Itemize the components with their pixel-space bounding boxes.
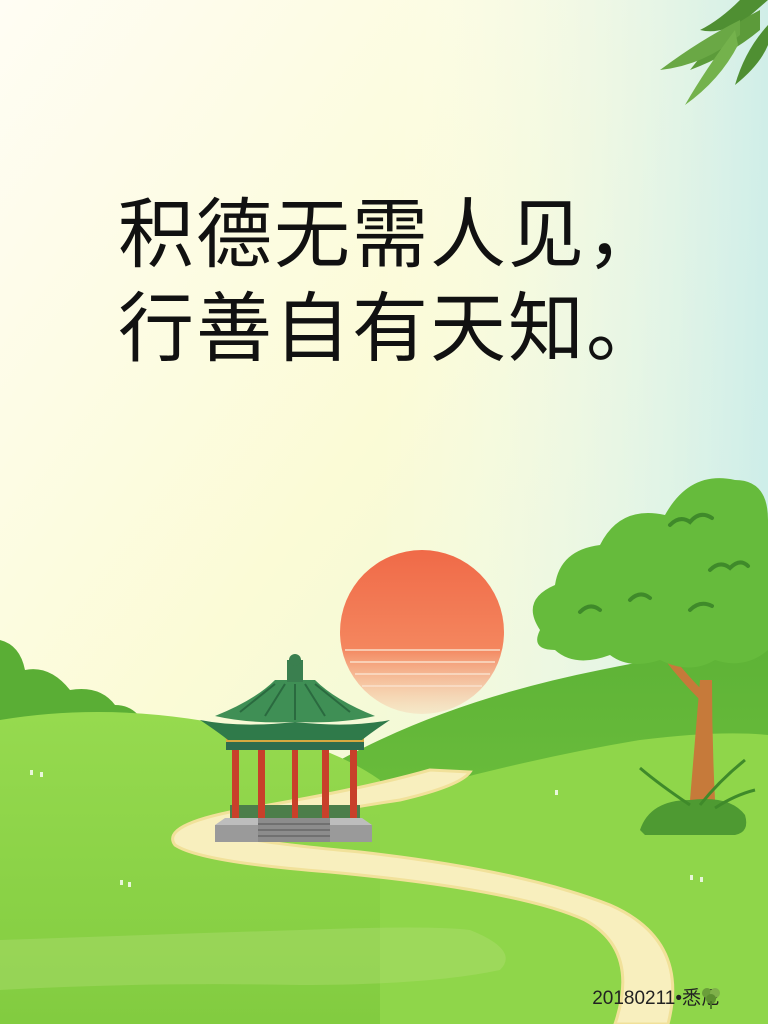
poem-text: 积德无需人见， 行善自有天知。 xyxy=(118,188,718,376)
clover-icon xyxy=(702,988,720,1009)
poem-line-1: 积德无需人见， xyxy=(118,190,664,279)
sun xyxy=(340,550,504,714)
poem-line-2: 行善自有天知。 xyxy=(118,284,664,373)
landscape-illustration xyxy=(0,0,768,1024)
